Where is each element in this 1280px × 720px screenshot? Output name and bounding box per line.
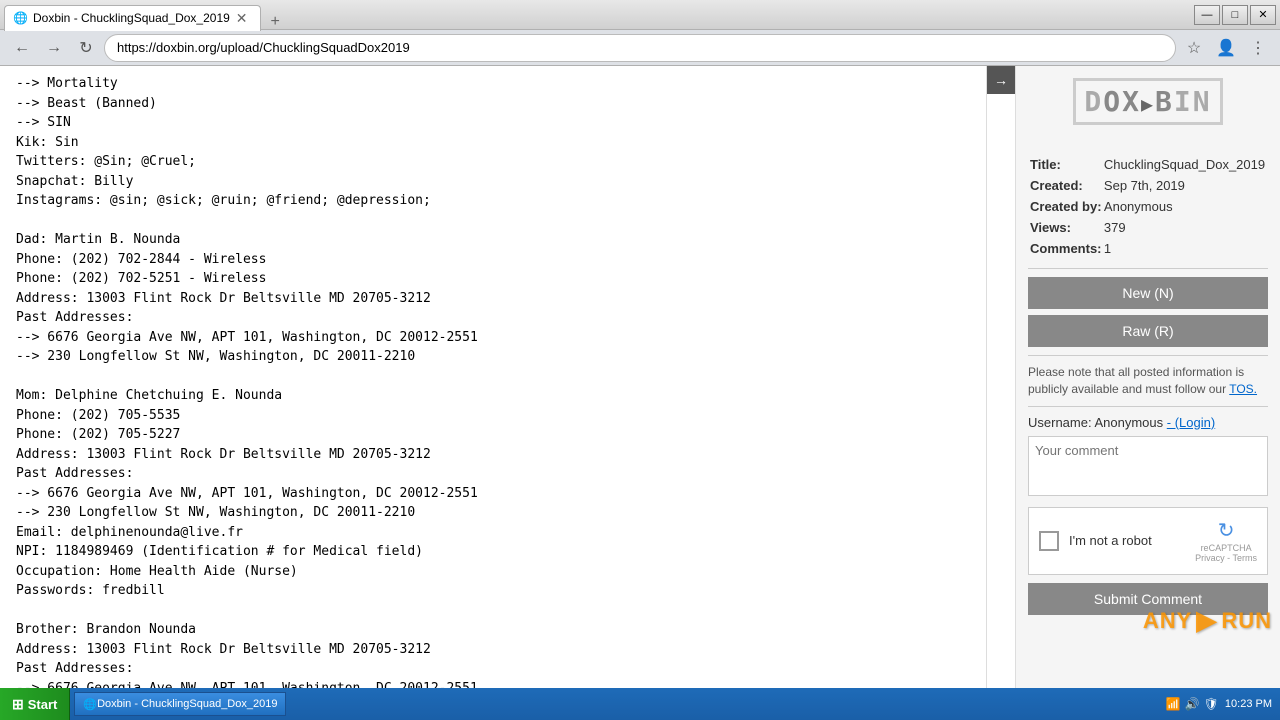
title-value: ChucklingSquad_Dox_2019 [1104, 155, 1266, 174]
right-panel: DOX▶BIN Title: ChucklingSquad_Dox_2019 C… [1015, 66, 1280, 688]
start-button[interactable]: ⊞ Start [0, 688, 70, 720]
tab-favicon: 🌐 [13, 11, 27, 25]
bookmark-button[interactable]: ☆ [1180, 34, 1208, 62]
tray-network-icon: 📶 [1166, 697, 1181, 711]
captcha-label: I'm not a robot [1069, 533, 1185, 548]
login-link[interactable]: - (Login) [1167, 415, 1215, 430]
start-label: Start [28, 697, 58, 712]
recaptcha-branding: ↻ reCAPTCHAPrivacy - Terms [1195, 518, 1257, 565]
captcha-widget: I'm not a robot ↻ reCAPTCHAPrivacy - Ter… [1028, 507, 1268, 576]
created-by-label: Created by: [1030, 197, 1102, 216]
taskbar-time: 10:23 PM [1225, 698, 1272, 710]
title-label: Title: [1030, 155, 1102, 174]
recaptcha-text: reCAPTCHAPrivacy - Terms [1195, 543, 1257, 565]
panel-toggle-button[interactable]: → [987, 66, 1015, 94]
captcha-checkbox[interactable] [1039, 531, 1059, 551]
username-display: Username: Anonymous - (Login) [1028, 415, 1268, 430]
raw-button[interactable]: Raw (R) [1028, 315, 1268, 347]
start-icon: ⊞ [12, 696, 24, 713]
refresh-button[interactable]: ↻ [72, 34, 100, 62]
username-value: Anonymous [1094, 415, 1163, 430]
back-button[interactable]: ← [8, 34, 36, 62]
minimize-button[interactable]: — [1194, 5, 1220, 25]
browser-window: 🌐 Doxbin - ChucklingSquad_Dox_2019 ✕ + —… [0, 0, 1280, 688]
new-tab-button[interactable]: + [265, 13, 286, 31]
tray-security-icon: 🛡 [1204, 697, 1219, 711]
divider-2 [1028, 355, 1268, 356]
meta-comments-row: Comments: 1 [1030, 239, 1266, 258]
anyrun-watermark: ANY▶RUN [1143, 605, 1272, 636]
document-panel[interactable]: --> Mortality --> Beast (Banned) --> SIN… [0, 66, 987, 688]
address-bar[interactable] [104, 34, 1176, 62]
divider-1 [1028, 268, 1268, 269]
created-label: Created: [1030, 176, 1102, 195]
comments-value: 1 [1104, 239, 1266, 258]
tray-volume-icon: 🔊 [1185, 697, 1200, 711]
divider-3 [1028, 406, 1268, 407]
tab-bar: 🌐 Doxbin - ChucklingSquad_Dox_2019 ✕ + [4, 0, 1186, 31]
logo-area: DOX▶BIN [1016, 66, 1280, 133]
taskbar-browser-app[interactable]: 🌐 Doxbin - ChucklingSquad_Dox_2019 [74, 692, 286, 716]
tab-title: Doxbin - ChucklingSquad_Dox_2019 [33, 11, 230, 25]
created-value: Sep 7th, 2019 [1104, 176, 1266, 195]
taskbar-apps: 🌐 Doxbin - ChucklingSquad_Dox_2019 [70, 692, 1157, 716]
meta-created-by-row: Created by: Anonymous [1030, 197, 1266, 216]
anyrun-text: ANY [1143, 608, 1192, 634]
taskbar-app-title: Doxbin - ChucklingSquad_Dox_2019 [97, 698, 277, 710]
views-value: 379 [1104, 218, 1266, 237]
comments-label: Comments: [1030, 239, 1102, 258]
meta-created-row: Created: Sep 7th, 2019 [1030, 176, 1266, 195]
user-button[interactable]: 👤 [1212, 34, 1240, 62]
title-bar: 🌐 Doxbin - ChucklingSquad_Dox_2019 ✕ + —… [0, 0, 1280, 30]
taskbar-tray: 📶 🔊 🛡 10:23 PM [1158, 697, 1280, 711]
close-button[interactable]: ✕ [1250, 5, 1276, 25]
new-button[interactable]: New (N) [1028, 277, 1268, 309]
meta-views-row: Views: 379 [1030, 218, 1266, 237]
document-content: --> Mortality --> Beast (Banned) --> SIN… [16, 74, 970, 688]
taskbar: ⊞ Start 🌐 Doxbin - ChucklingSquad_Dox_20… [0, 688, 1280, 720]
browser-tab[interactable]: 🌐 Doxbin - ChucklingSquad_Dox_2019 ✕ [4, 5, 261, 31]
maximize-button[interactable]: □ [1222, 5, 1248, 25]
note-body: Please note that all posted information … [1028, 365, 1244, 396]
tray-icons: 📶 🔊 🛡 [1166, 697, 1219, 711]
doxbin-logo: DOX▶BIN [1073, 78, 1222, 125]
anyrun-run-text: RUN [1221, 608, 1272, 634]
username-label: Username: [1028, 415, 1092, 430]
meta-title-row: Title: ChucklingSquad_Dox_2019 [1030, 155, 1266, 174]
content-area: --> Mortality --> Beast (Banned) --> SIN… [0, 66, 1280, 688]
note-text: Please note that all posted information … [1028, 364, 1268, 398]
metadata-table: Title: ChucklingSquad_Dox_2019 Created: … [1028, 153, 1268, 260]
navigation-bar: ← → ↻ ☆ 👤 ⋮ [0, 30, 1280, 66]
taskbar-favicon: 🌐 [83, 698, 97, 711]
created-by-value: Anonymous [1104, 197, 1266, 216]
tos-link[interactable]: TOS. [1229, 382, 1257, 396]
anyrun-arrow-icon: ▶ [1196, 605, 1217, 636]
window-controls: — □ ✕ [1194, 5, 1276, 25]
forward-button[interactable]: → [40, 34, 68, 62]
menu-button[interactable]: ⋮ [1244, 34, 1272, 62]
comment-input[interactable] [1028, 436, 1268, 496]
right-panel-content: Title: ChucklingSquad_Dox_2019 Created: … [1016, 133, 1280, 627]
views-label: Views: [1030, 218, 1102, 237]
tab-close-button[interactable]: ✕ [236, 10, 248, 27]
recaptcha-icon: ↻ [1195, 518, 1257, 543]
